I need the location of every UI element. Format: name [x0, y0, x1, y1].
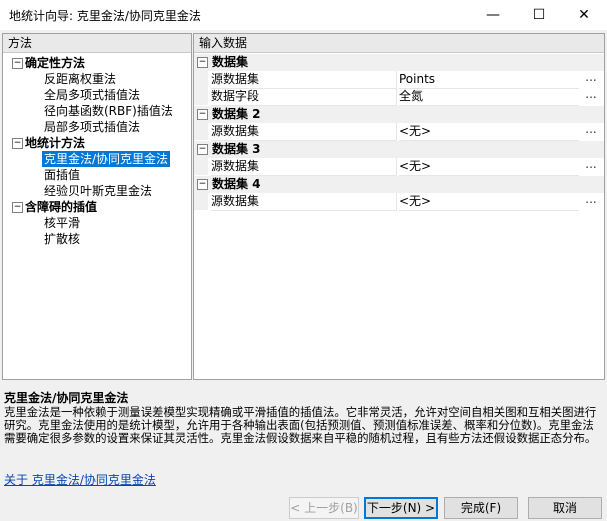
dataset-category[interactable]: − 数据集 4	[194, 176, 604, 193]
finish-button[interactable]: 完成(F)	[444, 497, 518, 519]
collapse-icon[interactable]: −	[12, 202, 23, 213]
property-value[interactable]: Points	[399, 71, 579, 89]
dataset-category[interactable]: − 数据集 2	[194, 106, 604, 123]
input-data-panel: 输入数据 − 数据集 源数据集 Points ... 数据字段 全氮 ... −…	[193, 33, 605, 380]
next-button[interactable]: 下一步(N) >	[364, 497, 438, 519]
property-name: 源数据集	[211, 158, 397, 176]
collapse-icon[interactable]: −	[12, 58, 23, 69]
methods-header: 方法	[3, 34, 191, 53]
property-row[interactable]: 源数据集 <无> ...	[194, 193, 604, 211]
browse-button[interactable]: ...	[582, 71, 600, 86]
collapse-icon[interactable]: −	[197, 57, 208, 68]
tree-group-geostatistical[interactable]: 地统计方法	[25, 135, 85, 151]
property-value[interactable]: <无>	[399, 193, 579, 211]
collapse-icon[interactable]: −	[197, 109, 208, 120]
close-icon: ✕	[578, 7, 590, 23]
description-text: 克里金法是一种依赖于测量误差模型实现精确或平滑插值的插值法。它非常灵活，允许对空…	[4, 405, 597, 446]
tree-item-diffusion-kernel[interactable]: 扩散核	[44, 231, 80, 247]
collapse-icon[interactable]: −	[197, 144, 208, 155]
property-value[interactable]: 全氮	[399, 88, 579, 106]
tree-item-local-polynomial[interactable]: 局部多项式插值法	[44, 119, 140, 135]
property-name: 数据字段	[211, 88, 397, 106]
tree-item-kriging[interactable]: 克里金法/协同克里金法	[42, 151, 171, 167]
maximize-icon: ☐	[532, 7, 546, 23]
browse-button[interactable]: ...	[582, 123, 600, 138]
collapse-icon[interactable]: −	[197, 179, 208, 190]
dataset-label: 数据集	[212, 55, 249, 69]
close-button[interactable]: ✕	[561, 0, 607, 30]
dataset-category[interactable]: − 数据集 3	[194, 141, 604, 158]
browse-button[interactable]: ...	[582, 88, 600, 103]
tree-item-areal-interpolation[interactable]: 面插值	[44, 167, 80, 183]
property-value[interactable]: <无>	[399, 158, 579, 176]
title-bar: 地统计向导: 克里金法/协同克里金法 — ☐ ✕	[0, 0, 607, 30]
dataset-label: 数据集 2	[212, 107, 261, 121]
description-title: 克里金法/协同克里金法	[4, 391, 129, 405]
property-name: 源数据集	[211, 123, 397, 141]
methods-panel: 方法 − 确定性方法 反距离权重法 全局多项式插值法 径向基函数(RBF)插值法…	[2, 33, 192, 380]
collapse-icon[interactable]: −	[12, 138, 23, 149]
property-name: 源数据集	[211, 193, 397, 211]
cancel-button[interactable]: 取消	[528, 497, 602, 519]
maximize-button[interactable]: ☐	[516, 0, 562, 30]
tree-group-deterministic[interactable]: 确定性方法	[25, 55, 85, 71]
about-link[interactable]: 关于 克里金法/协同克里金法	[4, 471, 156, 488]
property-name: 源数据集	[211, 71, 397, 89]
tree-item-rbf[interactable]: 径向基函数(RBF)插值法	[44, 103, 173, 119]
property-row[interactable]: 数据字段 全氮 ...	[194, 88, 604, 106]
window-title: 地统计向导: 克里金法/协同克里金法	[9, 9, 201, 23]
dataset-label: 数据集 4	[212, 177, 261, 191]
property-row[interactable]: 源数据集 <无> ...	[194, 158, 604, 176]
tree-item-ebk[interactable]: 经验贝叶斯克里金法	[44, 183, 152, 199]
browse-button[interactable]: ...	[582, 193, 600, 208]
minimize-icon: —	[486, 7, 500, 23]
dataset-category[interactable]: − 数据集	[194, 54, 604, 71]
dataset-label: 数据集 3	[212, 142, 261, 156]
browse-button[interactable]: ...	[582, 158, 600, 173]
input-data-header: 输入数据	[194, 34, 604, 53]
previous-button[interactable]: < 上一步(B)	[289, 497, 359, 519]
tree-item-global-polynomial[interactable]: 全局多项式插值法	[44, 87, 140, 103]
minimize-button[interactable]: —	[470, 0, 516, 30]
tree-item-idw[interactable]: 反距离权重法	[44, 71, 116, 87]
property-value[interactable]: <无>	[399, 123, 579, 141]
tree-group-barriers[interactable]: 含障碍的插值	[25, 199, 97, 215]
property-row[interactable]: 源数据集 <无> ...	[194, 123, 604, 141]
tree-item-kernel-smoothing[interactable]: 核平滑	[44, 215, 80, 231]
property-row[interactable]: 源数据集 Points ...	[194, 71, 604, 89]
